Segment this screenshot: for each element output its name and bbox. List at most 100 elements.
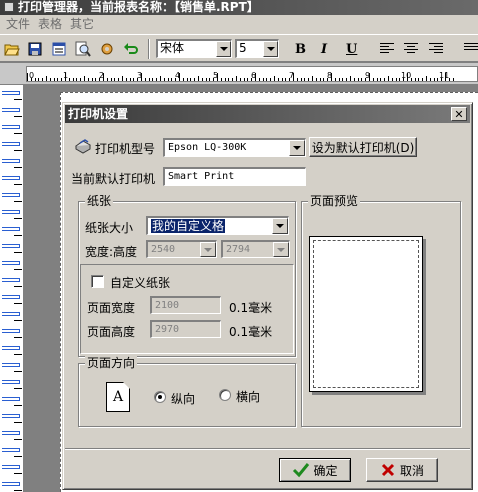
chevron-down-icon[interactable] bbox=[273, 242, 289, 257]
ruler-tick bbox=[429, 78, 431, 81]
paper-width-value: 2540 bbox=[151, 244, 176, 255]
width-height-label: 宽度:高度 bbox=[85, 245, 138, 259]
ruler-scale: 0 1 2 3 4 5 6 7 8 9 10 11 bbox=[26, 66, 478, 82]
ok-button[interactable]: 确定 bbox=[279, 458, 351, 482]
ruler-tick bbox=[426, 76, 427, 81]
page-width-input[interactable]: 2100 bbox=[150, 296, 221, 314]
chevron-down-icon[interactable] bbox=[200, 242, 216, 257]
ruler-tick bbox=[407, 73, 408, 81]
ruler-tick bbox=[182, 78, 184, 81]
align-center-icon[interactable] bbox=[404, 43, 418, 55]
menu-file[interactable]: 文件 bbox=[2, 15, 34, 34]
ruler-tick bbox=[27, 73, 28, 81]
ruler-row-marker bbox=[2, 312, 20, 316]
ruler-tick bbox=[342, 78, 344, 81]
ruler-tick bbox=[270, 78, 272, 81]
printer-model-label: 打印机型号 bbox=[95, 142, 156, 156]
font-size-combo[interactable]: 5 bbox=[235, 39, 279, 58]
ruler-tick bbox=[14, 303, 22, 304]
portrait-label[interactable]: 纵向 bbox=[171, 390, 195, 407]
italic-button[interactable]: I bbox=[321, 42, 327, 57]
page-width-value: 2100 bbox=[155, 300, 180, 311]
ruler-tick bbox=[14, 354, 22, 355]
bold-button[interactable]: B bbox=[295, 42, 306, 57]
ruler-tick bbox=[133, 78, 135, 81]
page-preview-margin bbox=[313, 240, 419, 388]
page-height-value: 2970 bbox=[155, 324, 180, 335]
ruler-tick bbox=[53, 78, 55, 81]
tools-icon[interactable] bbox=[98, 40, 116, 58]
chevron-down-icon[interactable] bbox=[263, 41, 278, 57]
ruler-tick bbox=[395, 78, 397, 81]
align-justify-icon[interactable] bbox=[464, 43, 478, 55]
current-default-printer-field[interactable]: Smart Print bbox=[163, 167, 306, 186]
ruler-tick bbox=[422, 78, 424, 81]
paper-group-title: 纸张 bbox=[85, 194, 114, 208]
ruler-tick bbox=[228, 78, 230, 81]
ruler-tick bbox=[80, 78, 82, 81]
ruler-tick bbox=[418, 78, 420, 81]
paper-size-select[interactable]: 我的自定义格 bbox=[146, 216, 289, 235]
ruler-tick bbox=[14, 116, 22, 117]
ruler-tick bbox=[327, 78, 329, 81]
ruler-tick bbox=[414, 78, 416, 81]
print-preview-icon[interactable] bbox=[74, 40, 92, 58]
align-right-icon[interactable] bbox=[429, 43, 443, 55]
toolbar-separator bbox=[148, 39, 150, 59]
font-name-value: 宋体 bbox=[160, 41, 185, 55]
ruler-tick bbox=[433, 78, 435, 81]
font-name-combo[interactable]: 宋体 bbox=[156, 39, 232, 58]
ruler-tick bbox=[156, 78, 158, 81]
ruler-row-marker bbox=[2, 465, 20, 469]
app-icon bbox=[4, 2, 14, 12]
ruler-tick bbox=[198, 76, 199, 81]
ruler-tick bbox=[232, 78, 234, 81]
ruler-tick bbox=[365, 78, 367, 81]
landscape-label[interactable]: 横向 bbox=[236, 388, 260, 405]
ruler-tick bbox=[148, 78, 150, 81]
landscape-radio[interactable] bbox=[219, 389, 231, 401]
ruler-tick bbox=[186, 78, 188, 81]
ruler-row-marker bbox=[2, 142, 20, 146]
app-title: 打印管理器，当前报表名称：【销售单.RPT】 bbox=[18, 0, 259, 14]
chevron-down-icon[interactable] bbox=[289, 140, 305, 156]
ruler-tick bbox=[369, 73, 370, 81]
ruler-tick bbox=[289, 78, 291, 81]
ruler-row-marker bbox=[2, 329, 20, 333]
paper-size-value: 我的自定义格 bbox=[151, 219, 226, 233]
ruler-tick bbox=[399, 78, 401, 81]
page-setup-icon[interactable] bbox=[50, 40, 68, 58]
ruler-tick bbox=[122, 76, 123, 81]
page-height-input[interactable]: 2970 bbox=[150, 320, 221, 338]
ruler-tick bbox=[14, 167, 22, 168]
printer-model-select[interactable]: Epson LQ-300K bbox=[163, 138, 306, 157]
save-icon[interactable] bbox=[26, 40, 44, 58]
custom-paper-panel: 自定义纸张 页面宽度 2100 0.1毫米 页面高度 2970 0.1毫米 bbox=[80, 264, 294, 354]
ruler-row-marker bbox=[2, 397, 20, 401]
underline-button[interactable]: U bbox=[346, 42, 357, 57]
cancel-button[interactable]: 取消 bbox=[366, 458, 438, 482]
ruler-tick bbox=[57, 78, 59, 81]
chevron-down-icon[interactable] bbox=[272, 218, 288, 234]
paper-height-select[interactable]: 2794 bbox=[221, 240, 290, 258]
set-default-printer-button[interactable]: 设为默认打印机(D) bbox=[309, 137, 417, 157]
custom-paper-checkbox[interactable] bbox=[91, 275, 104, 288]
align-left-icon[interactable] bbox=[380, 43, 394, 55]
portrait-radio[interactable] bbox=[154, 391, 166, 403]
close-icon[interactable]: ✕ bbox=[451, 107, 467, 121]
ruler-row-marker bbox=[2, 108, 20, 112]
ruler-tick bbox=[14, 150, 22, 151]
ruler-tick bbox=[14, 218, 22, 219]
ruler-tick bbox=[243, 78, 245, 81]
ruler-tick bbox=[205, 78, 207, 81]
open-folder-icon[interactable] bbox=[3, 40, 21, 58]
chevron-down-icon[interactable] bbox=[216, 41, 231, 57]
menu-other[interactable]: 其它 bbox=[66, 15, 98, 34]
ruler-tick bbox=[274, 76, 275, 81]
ruler-tick bbox=[42, 78, 44, 81]
menu-table[interactable]: 表格 bbox=[34, 15, 66, 34]
undo-icon[interactable] bbox=[122, 40, 140, 58]
ruler-tick bbox=[103, 73, 104, 81]
paper-width-select[interactable]: 2540 bbox=[146, 240, 217, 258]
ruler-tick bbox=[296, 78, 298, 81]
